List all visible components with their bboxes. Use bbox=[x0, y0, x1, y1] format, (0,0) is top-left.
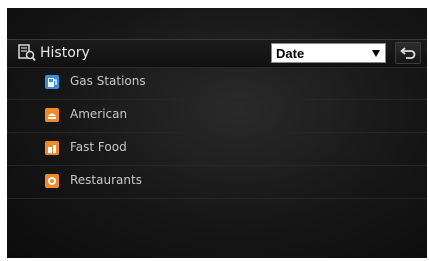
american-food-icon bbox=[45, 108, 59, 122]
page-title: History bbox=[40, 45, 90, 61]
list-item-fast-food[interactable]: Fast Food bbox=[7, 133, 427, 166]
list-item-label: Fast Food bbox=[70, 140, 127, 154]
list-item-restaurants[interactable]: Restaurants bbox=[7, 166, 427, 199]
list-item-label: Restaurants bbox=[70, 173, 142, 187]
dropdown-arrow-icon bbox=[372, 50, 380, 57]
history-icon bbox=[18, 44, 36, 62]
fast-food-icon bbox=[45, 141, 59, 155]
nav-screen: History Date Gas Stations American Fast … bbox=[7, 8, 427, 258]
sort-dropdown[interactable]: Date bbox=[271, 43, 386, 63]
back-button[interactable] bbox=[395, 42, 421, 64]
sort-selected-value: Date bbox=[276, 46, 305, 61]
list-item-gas-stations[interactable]: Gas Stations bbox=[7, 67, 427, 100]
list-item-label: Gas Stations bbox=[70, 74, 146, 88]
gas-station-icon bbox=[45, 75, 59, 89]
back-arrow-icon bbox=[400, 47, 416, 59]
list-item-label: American bbox=[70, 107, 128, 121]
list-item-american[interactable]: American bbox=[7, 100, 427, 133]
restaurant-icon bbox=[45, 174, 59, 188]
header-bar: History Date bbox=[7, 39, 427, 68]
